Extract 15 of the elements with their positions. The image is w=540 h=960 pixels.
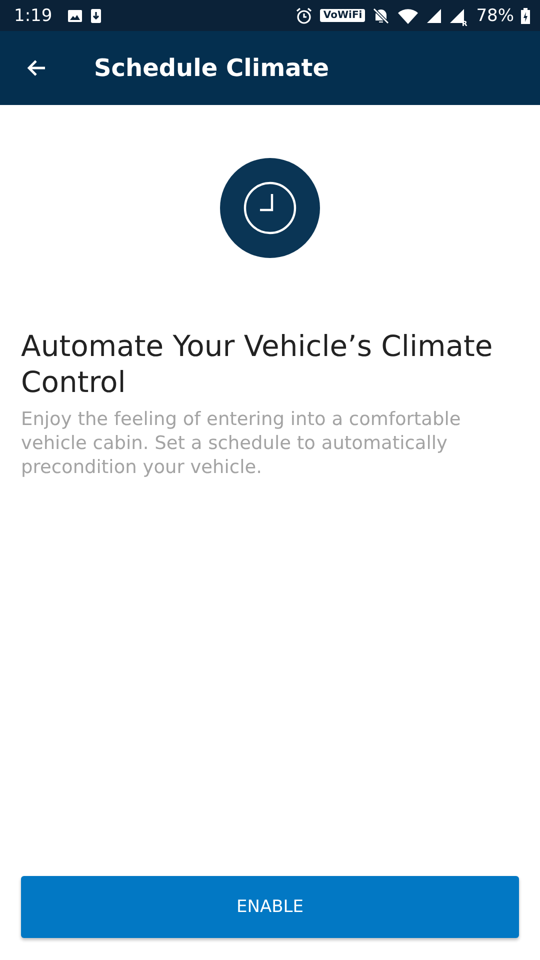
screen-title: Schedule Climate [94,54,330,82]
image-icon [67,8,84,24]
description: Enjoy the feeling of entering into a comfortable vehicle cabin. Set a schedule to automatically precondition your vehicle. [21,408,462,480]
alarm-icon [295,6,314,24]
clock-icon [220,158,320,258]
battery-charging-icon [521,8,530,24]
heading: Automate Your Vehicle’s Climate Control [21,328,494,400]
wifi-calling-badge: VoWiFi [320,9,366,22]
enable-button[interactable]: ENABLE [21,876,519,938]
wifi-icon [397,8,420,24]
battery-level: 78% [476,6,514,26]
download-icon [90,8,102,24]
muted-bell-icon [372,6,390,24]
signal-icon [426,8,442,24]
status-time: 1:19 [14,6,52,26]
